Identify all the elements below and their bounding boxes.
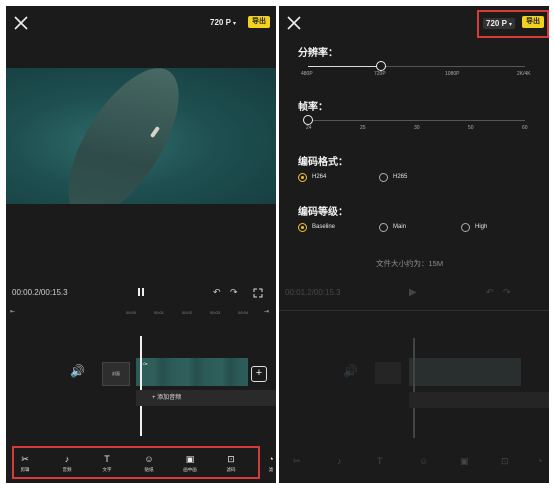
codec-title: 编码格式： <box>298 157 348 168</box>
level-radio-main[interactable] <box>379 223 388 232</box>
timecode: 00:00.2/00:15.3 <box>12 288 68 297</box>
toolbar-highlight-box <box>12 446 260 479</box>
video-frame-reef <box>46 68 201 204</box>
framerate-tick: 25 <box>360 125 366 131</box>
framerate-tick: 30 <box>414 125 420 131</box>
close-icon[interactable] <box>14 16 28 30</box>
cover-thumbnail[interactable]: 封面 <box>102 362 130 386</box>
chevron-down-icon: ▾ <box>233 21 237 27</box>
codec-option-label: H264 <box>312 174 327 180</box>
play-icon: ▶ <box>409 287 417 298</box>
dimmed-playhead <box>413 338 415 438</box>
framerate-slider-track[interactable] <box>308 120 525 121</box>
scissors-icon: ✂ <box>293 456 301 466</box>
dimmed-ruler <box>279 310 549 311</box>
ruler-tick: 00:03 <box>210 310 221 315</box>
resolution-tick: 1080P <box>445 71 460 77</box>
editor-panel: 720 P ▾ 导出 00:00.2/00:15.3 ↶ ↷ ⇤ 00:00 0… <box>6 6 276 483</box>
tool-label: 滤 <box>268 467 274 472</box>
resolution-tick: 2K/4K <box>517 71 531 77</box>
add-clip-button[interactable]: + <box>251 366 267 382</box>
sticker-icon: ☺ <box>419 456 429 466</box>
framerate-tick: 24 <box>306 125 312 131</box>
playhead[interactable] <box>140 336 142 436</box>
dimmed-toolbar: ✂ ♪ T ☺ ▣ ⊡ ◔ <box>279 456 549 476</box>
track-start-marker-icon: ⇤ <box>10 309 16 315</box>
tool-filter[interactable]: ◔ 滤 <box>258 454 276 473</box>
ruler-tick: 00:02 <box>182 310 193 315</box>
dimmed-video-clip <box>409 358 521 386</box>
framerate-slider-knob[interactable] <box>303 115 313 125</box>
resolution-title: 分辨率： <box>298 48 338 59</box>
top-bar: 720 P ▾ 导出 <box>6 6 276 40</box>
resolution-slider-knob[interactable] <box>376 61 386 71</box>
resolution-tick: 720P <box>374 71 386 77</box>
resolution-tick: 480P <box>301 71 313 77</box>
top-bar: 720 P ▾ 导出 <box>279 6 549 40</box>
video-clip[interactable] <box>136 358 248 386</box>
video-preview[interactable] <box>6 68 276 204</box>
dimmed-editor-background: 00:01.2/00:15.3 ▶ ↶ ↷ 🔊 ✂ ♪ T ☺ ▣ ⊡ ◔ <box>279 268 549 483</box>
ruler-tick: 00:04 <box>238 310 249 315</box>
close-icon[interactable] <box>287 16 301 30</box>
resolution-dropdown[interactable]: 720 P ▾ <box>210 18 236 27</box>
dimmed-cover-thumbnail <box>375 362 401 384</box>
speaker-icon: 🔊 <box>343 364 358 378</box>
dimmed-add-audio <box>409 392 549 408</box>
undo-icon: ↶ <box>486 287 494 297</box>
filter-icon: ◔ <box>268 454 274 464</box>
export-button[interactable]: 导出 <box>248 16 270 28</box>
text-icon: T <box>377 456 383 466</box>
codec-radio-h264[interactable] <box>298 173 307 182</box>
fullscreen-icon[interactable] <box>253 288 263 298</box>
level-option-label: Main <box>393 224 407 230</box>
music-note-icon: ♪ <box>337 456 342 466</box>
filter-icon: ◔ <box>537 456 543 466</box>
level-option-label: High <box>475 224 488 230</box>
effects-icon: ⊡ <box>501 456 509 466</box>
pause-icon[interactable] <box>136 287 146 297</box>
framerate-tick: 50 <box>468 125 474 131</box>
track-end-marker-icon: ⇥ <box>264 309 270 315</box>
dimmed-timecode: 00:01.2/00:15.3 <box>285 288 341 297</box>
codec-option-label: H265 <box>393 174 408 180</box>
add-audio-label: + 添加音频 <box>152 395 182 401</box>
add-audio-button[interactable]: + 添加音频 <box>136 390 276 406</box>
framerate-title: 帧率： <box>298 102 328 113</box>
export-settings-panel: 720 P ▾ 导出 分辨率： 480P 720P 1080P 2K/4K 帧率… <box>279 6 549 483</box>
codec-radio-h265[interactable] <box>379 173 388 182</box>
topbar-highlight-box <box>477 10 549 38</box>
resolution-slider-fill <box>308 66 380 67</box>
speaker-icon[interactable]: 🔊 <box>70 364 85 378</box>
picture-in-picture-icon: ▣ <box>460 456 469 466</box>
resolution-label: 720 P <box>210 18 231 27</box>
redo-icon[interactable]: ↷ <box>230 287 238 298</box>
level-radio-high[interactable] <box>461 223 470 232</box>
level-option-label: Baseline <box>312 224 336 230</box>
ruler-tick: 00:00 <box>126 310 137 315</box>
undo-icon[interactable]: ↶ <box>213 287 221 298</box>
redo-icon: ↷ <box>503 287 511 297</box>
ruler-tick: 00:01 <box>154 310 165 315</box>
timeline-ruler[interactable]: ⇤ 00:00 00:01 00:02 00:03 00:04 ⇥ <box>6 304 276 318</box>
framerate-tick: 60 <box>522 125 528 131</box>
level-title: 编码等级： <box>298 207 348 218</box>
level-radio-baseline[interactable] <box>298 223 307 232</box>
